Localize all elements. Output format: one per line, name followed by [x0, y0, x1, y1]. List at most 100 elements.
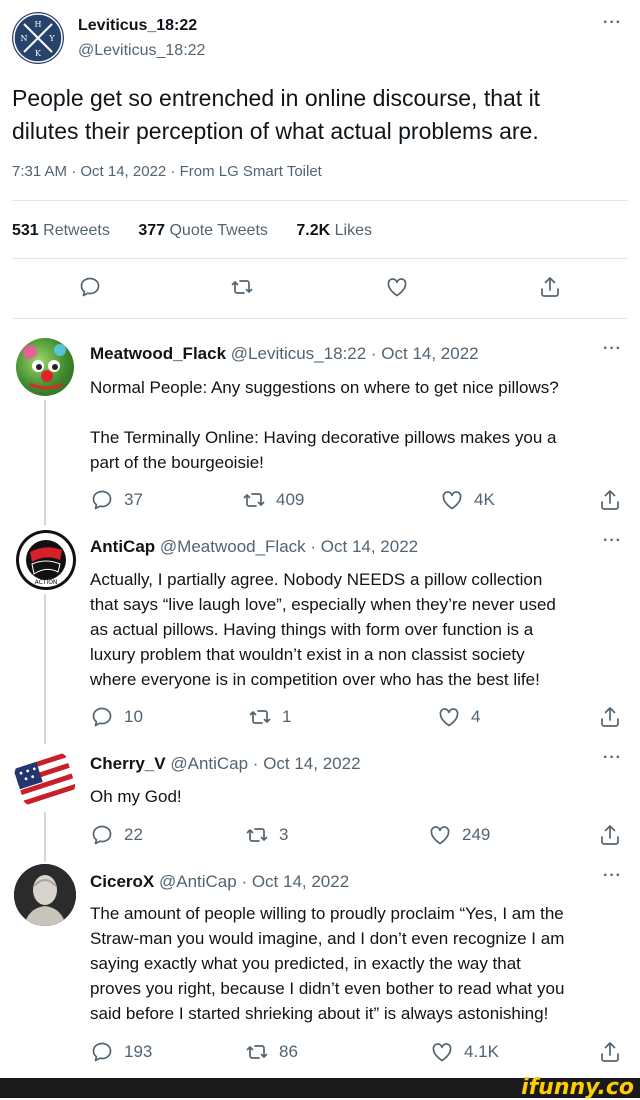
like-button[interactable]: 4 [437, 705, 480, 729]
reply-text: Oh my God! [90, 784, 620, 809]
more-options-icon[interactable]: ··· [603, 340, 622, 358]
share-icon [601, 707, 619, 727]
antifa-flag-icon: ACTION [19, 533, 73, 587]
svg-text:Ν: Ν [21, 34, 28, 43]
quotes-stat[interactable]: 377 Quote Tweets [138, 222, 272, 239]
retweets-stat[interactable]: 531 Retweets [12, 222, 114, 239]
share-icon [601, 825, 619, 845]
reply-button[interactable]: 193 [90, 1040, 152, 1064]
retweet-icon [249, 710, 271, 724]
reply-icon [92, 825, 112, 845]
likes-stat[interactable]: 7.2K Likes [296, 222, 372, 239]
reply-button[interactable]: 10 [90, 705, 143, 729]
retweet-button[interactable]: 1 [248, 705, 291, 729]
thread-line [44, 812, 46, 862]
divider [12, 200, 628, 201]
reply-line: part of the bourgeoisie! [90, 453, 264, 472]
reply-meta[interactable]: @Leviticus_18:22 · Oct 14, 2022 [231, 344, 479, 363]
like-icon [430, 826, 450, 845]
retweets-label: Retweets [43, 222, 110, 239]
more-options-icon[interactable]: ··· [603, 749, 622, 767]
likes-count: 7.2K [296, 222, 331, 239]
like-count: 4K [474, 490, 495, 509]
like-count: 249 [462, 825, 491, 844]
quotes-label: Quote Tweets [169, 222, 268, 239]
reply-header: Meatwood_Flack @Leviticus_18:22 · Oct 14… [90, 344, 479, 364]
retweet-button[interactable]: 3 [245, 823, 288, 847]
like-button[interactable]: 249 [428, 823, 490, 847]
reply-line: where everyone is in competition over wh… [90, 670, 540, 689]
reply-author-name[interactable]: AntiCap [90, 537, 155, 556]
share-icon [601, 1042, 619, 1062]
reply-header: Cherry_V @AntiCap · Oct 14, 2022 [90, 754, 361, 774]
more-options-icon[interactable]: ··· [603, 532, 622, 550]
retweet-button[interactable] [230, 275, 254, 299]
avatar[interactable]: Η Ν Υ Κ [12, 12, 64, 64]
tweet-text-line-1: People get so entrenched in online disco… [12, 85, 541, 111]
reply-button[interactable]: 22 [90, 823, 143, 847]
author-name[interactable]: Leviticus_18:22 [78, 17, 197, 35]
like-icon [439, 708, 459, 727]
reply-button[interactable]: 37 [90, 488, 143, 512]
reply-button[interactable] [78, 275, 102, 299]
reply-line: Straw-man you would imagine, and I don’t… [90, 929, 565, 948]
avatar-emblem-icon: Η Ν Υ Κ [13, 13, 63, 63]
reply-line: luxury problem that wouldn’t exist in a … [90, 645, 525, 664]
retweets-count: 531 [12, 222, 39, 239]
retweet-button[interactable]: 409 [242, 488, 304, 512]
tweet-stats: 531 Retweets 377 Quote Tweets 7.2K Likes [12, 222, 372, 240]
american-flag-avatar-icon [14, 752, 76, 806]
more-options-icon[interactable]: ··· [603, 867, 622, 885]
bust-avatar-icon [14, 864, 76, 926]
watermark: ifunny.co [521, 1075, 634, 1100]
avatar[interactable] [14, 864, 76, 926]
reply-icon [80, 277, 100, 297]
retweet-icon [246, 1045, 268, 1059]
retweet-button[interactable]: 86 [245, 1040, 298, 1064]
svg-text:Η: Η [35, 20, 42, 29]
author-handle[interactable]: @Leviticus_18:22 [78, 42, 205, 60]
avatar[interactable]: ACTION [16, 530, 76, 590]
svg-text:Κ: Κ [35, 49, 42, 58]
reply-icon [92, 1042, 112, 1062]
more-options-icon[interactable]: ··· [603, 14, 622, 32]
footer-bar: ifunny.co [0, 1075, 640, 1100]
retweet-count: 409 [276, 490, 305, 509]
like-button[interactable] [385, 275, 409, 299]
svg-text:Υ: Υ [48, 34, 55, 43]
avatar[interactable] [16, 338, 74, 396]
reply-line: The Terminally Online: Having decorative… [90, 428, 557, 447]
reply-header: AntiCap @Meatwood_Flack · Oct 14, 2022 [90, 537, 418, 557]
share-button[interactable] [598, 1040, 622, 1064]
reply-line: that says “live laugh love”, especially … [90, 595, 556, 614]
reply-line: said before I started shrieking about it… [90, 1004, 549, 1023]
retweet-count: 1 [282, 707, 292, 726]
reply-meta[interactable]: @AntiCap · Oct 14, 2022 [170, 754, 360, 773]
reply-line [90, 400, 620, 425]
reply-author-name[interactable]: Meatwood_Flack [90, 344, 226, 363]
reply-meta[interactable]: @AntiCap · Oct 14, 2022 [159, 872, 349, 891]
reply-author-name[interactable]: Cherry_V [90, 754, 166, 773]
frog-avatar-icon [23, 344, 66, 390]
reply-author-name[interactable]: CiceroX [90, 872, 154, 891]
reply-line: Oh my God! [90, 787, 182, 806]
share-button[interactable] [598, 705, 622, 729]
like-icon [442, 491, 462, 510]
share-button[interactable] [598, 823, 622, 847]
share-button[interactable] [538, 275, 562, 299]
tweet-meta[interactable]: 7:31 AM · Oct 14, 2022 · From LG Smart T… [12, 163, 322, 180]
share-icon [601, 490, 619, 510]
reply-line: proves you right, because I didn’t even … [90, 979, 565, 998]
reply-meta[interactable]: @Meatwood_Flack · Oct 14, 2022 [160, 537, 418, 556]
retweet-count: 86 [279, 1042, 298, 1061]
like-button[interactable]: 4.1K [430, 1040, 499, 1064]
reply-count: 193 [124, 1042, 153, 1061]
quotes-count: 377 [138, 222, 166, 239]
reply-line: saying exactly what you predicted, in ex… [90, 954, 521, 973]
share-button[interactable] [598, 488, 622, 512]
like-button[interactable]: 4K [440, 488, 495, 512]
avatar[interactable] [14, 748, 76, 810]
divider [12, 258, 628, 259]
reply-icon [92, 490, 112, 510]
like-count: 4 [471, 707, 481, 726]
